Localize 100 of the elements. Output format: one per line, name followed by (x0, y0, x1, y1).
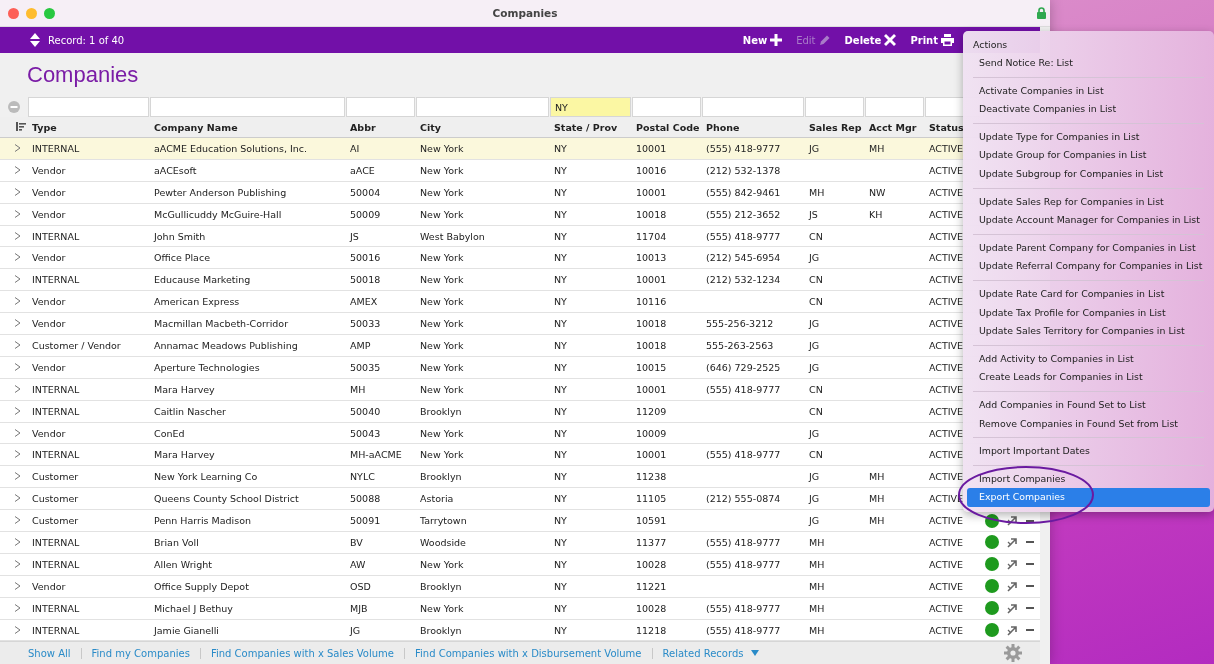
expand-arrow[interactable] (14, 296, 21, 308)
filter-field[interactable] (632, 97, 701, 117)
expand-arrow[interactable] (14, 164, 21, 176)
sort-icon[interactable] (16, 122, 26, 131)
menu-item[interactable]: Update Type for Companies in List (967, 127, 1210, 147)
expand-arrow[interactable] (14, 208, 21, 220)
minus-icon[interactable] (1026, 563, 1034, 566)
open-link-icon[interactable] (1007, 515, 1018, 527)
zoom-button[interactable] (44, 7, 55, 19)
menu-item[interactable]: Activate Companies in List (967, 81, 1210, 101)
column-header[interactable]: Abbr (350, 121, 376, 133)
table-row[interactable]: INTERNAL John Smith JS West Babylon NY 11704 (555) 418-9777 CN ACTIVE (0, 225, 963, 247)
table-row[interactable]: Customer / Vendor Annamac Meadows Publishing AMP New York NY 10018 555-263-2563 JG ACTIVE (0, 335, 963, 356)
expand-arrow[interactable] (14, 274, 21, 286)
menu-item[interactable]: Send Notice Re: List (967, 54, 1210, 73)
expand-arrow[interactable] (14, 471, 21, 483)
menu-item[interactable]: Remove Companies in Found Set from List (967, 414, 1210, 434)
filter-field[interactable] (805, 97, 864, 117)
table-row[interactable]: Vendor Macmillan Macbeth-Corridor 50033 New York NY 10018 555-256-3212 JG ACTIVE (0, 313, 963, 334)
expand-arrow[interactable] (14, 580, 21, 592)
expand-arrow[interactable] (14, 186, 21, 198)
table-row[interactable]: Vendor Pewter Anderson Publishing 50004 New York NY 10001 (555) 842-9461 MH NW ACTIVE (0, 181, 963, 203)
table-row[interactable]: Customer Penn Harris Madison 50091 Tarrytown NY 10591 JG MH ACTIVE (0, 510, 963, 532)
filter-field[interactable]: NY (550, 97, 631, 117)
table-row[interactable]: Vendor McGullicuddy McGuire-Hall 50009 New York NY 10018 (555) 212-3652 JS KH ACTIVE (0, 203, 963, 225)
expand-arrow[interactable] (14, 536, 21, 548)
table-row[interactable]: INTERNAL Brian Voll BV Woodside NY 11377 (555) 418-9777 MH ACTIVE (0, 532, 963, 553)
minus-icon[interactable] (1026, 519, 1034, 522)
minus-icon[interactable] (1026, 629, 1034, 632)
table-row[interactable]: INTERNAL Jamie Gianelli JG Brooklyn NY 11218 (555) 418-9777 MH ACTIVE (0, 619, 963, 641)
column-header[interactable]: Postal Code (636, 121, 700, 133)
menu-item[interactable]: Update Subgroup for Companies in List (967, 164, 1210, 184)
minus-icon[interactable] (1026, 541, 1034, 544)
table-row[interactable]: INTERNAL Caitlin Nascher 50040 Brooklyn NY 11209 CN ACTIVE (0, 400, 963, 422)
column-header[interactable]: Acct Mgr (869, 121, 917, 133)
minus-icon[interactable] (1026, 607, 1034, 610)
column-header[interactable]: State / Prov (554, 121, 618, 133)
column-header[interactable]: City (420, 121, 441, 133)
expand-arrow[interactable] (14, 230, 21, 242)
clear-filter-icon[interactable] (8, 101, 20, 113)
table-row[interactable]: Vendor ConEd 50043 New York NY 10009 JG ACTIVE (0, 422, 963, 444)
table-row[interactable]: Vendor American Express AMEX New York NY 10116 CN ACTIVE (0, 291, 963, 313)
expand-arrow[interactable] (14, 383, 21, 395)
table-row[interactable]: INTERNAL Allen Wright AW New York NY 10028 (555) 418-9777 MH ACTIVE (0, 553, 963, 575)
expand-arrow[interactable] (14, 602, 21, 614)
open-link-icon[interactable] (1007, 558, 1018, 570)
expand-arrow[interactable] (14, 558, 21, 570)
menu-item[interactable]: Import Important Dates (967, 442, 1210, 461)
column-header[interactable]: Sales Rep (809, 121, 862, 133)
menu-item[interactable]: Update Parent Company for Companies in List (967, 238, 1210, 258)
table-row[interactable]: INTERNAL aACME Education Solutions, Inc. AI New York NY 10001 (555) 418-9777 JG MH ACTIVE (0, 138, 963, 159)
table-row[interactable]: INTERNAL Educause Marketing 50018 New York NY 10001 (212) 532-1234 CN ACTIVE (0, 269, 963, 291)
open-link-icon[interactable] (1007, 580, 1018, 592)
table-row[interactable]: Customer New York Learning Co NYLC Brooklyn NY 11238 JG MH ACTIVE (0, 466, 963, 488)
menu-item[interactable]: Update Group for Companies in List (967, 146, 1210, 165)
table-row[interactable]: Vendor Office Supply Depot OSD Brooklyn NY 11221 MH ACTIVE (0, 575, 963, 597)
table-row[interactable]: Vendor Aperture Technologies 50035 New York NY 10015 (646) 729-2525 JG ACTIVE (0, 356, 963, 378)
table-row[interactable]: Vendor Office Place 50016 New York NY 10013 (212) 545-6954 JG ACTIVE (0, 247, 963, 269)
menu-item[interactable]: Update Sales Rep for Companies in List (967, 192, 1210, 212)
expand-arrow[interactable] (14, 427, 21, 439)
filter-field[interactable] (416, 97, 549, 117)
toolbar-button[interactable]: Delete (844, 34, 897, 46)
minus-icon[interactable] (1026, 585, 1034, 588)
menu-item[interactable]: Import Companies (967, 469, 1210, 489)
toolbar-button[interactable]: New (742, 34, 783, 46)
expand-arrow[interactable] (14, 142, 21, 154)
toolbar-button[interactable]: Print (910, 34, 954, 46)
open-link-icon[interactable] (1007, 536, 1018, 548)
column-header[interactable]: Phone (706, 121, 740, 133)
menu-item[interactable]: Update Account Manager for Companies in List (967, 211, 1210, 230)
record-stepper-icon[interactable] (30, 33, 40, 47)
column-header[interactable]: Status (929, 121, 964, 133)
filter-field[interactable] (865, 97, 924, 117)
menu-item[interactable]: Update Tax Profile for Companies in List (967, 303, 1210, 323)
expand-arrow[interactable] (14, 515, 21, 527)
filter-field[interactable] (28, 97, 149, 117)
menu-item[interactable]: Update Rate Card for Companies in List (967, 284, 1210, 304)
menu-item[interactable]: Add Activity to Companies in List (967, 349, 1210, 369)
filter-field[interactable] (346, 97, 415, 117)
filter-field[interactable] (702, 97, 804, 117)
table-row[interactable]: INTERNAL Mara Harvey MH-aACME New York NY 10001 (555) 418-9777 CN ACTIVE (0, 444, 963, 466)
settings-icon[interactable] (1004, 644, 1022, 662)
close-button[interactable] (8, 7, 19, 19)
menu-item[interactable]: Update Sales Territory for Companies in List (967, 322, 1210, 341)
expand-arrow[interactable] (14, 405, 21, 417)
menu-item[interactable]: Export Companies (967, 488, 1210, 507)
expand-arrow[interactable] (14, 339, 21, 351)
expand-arrow[interactable] (14, 624, 21, 636)
expand-arrow[interactable] (14, 318, 21, 330)
table-row[interactable]: INTERNAL Mara Harvey MH New York NY 10001 (555) 418-9777 CN ACTIVE (0, 378, 963, 400)
expand-arrow[interactable] (14, 493, 21, 505)
menu-item[interactable]: Deactivate Companies in List (967, 100, 1210, 119)
expand-arrow[interactable] (14, 449, 21, 461)
column-header[interactable]: Company Name (154, 121, 238, 133)
filter-field[interactable] (150, 97, 345, 117)
open-link-icon[interactable] (1007, 602, 1018, 614)
expand-arrow[interactable] (14, 252, 21, 264)
table-row[interactable]: INTERNAL Michael J Bethuy MJB New York NY 10028 (555) 418-9777 MH ACTIVE (0, 597, 963, 619)
column-header[interactable]: Type (32, 121, 57, 133)
menu-item[interactable]: Update Referral Company for Companies in List (967, 257, 1210, 276)
